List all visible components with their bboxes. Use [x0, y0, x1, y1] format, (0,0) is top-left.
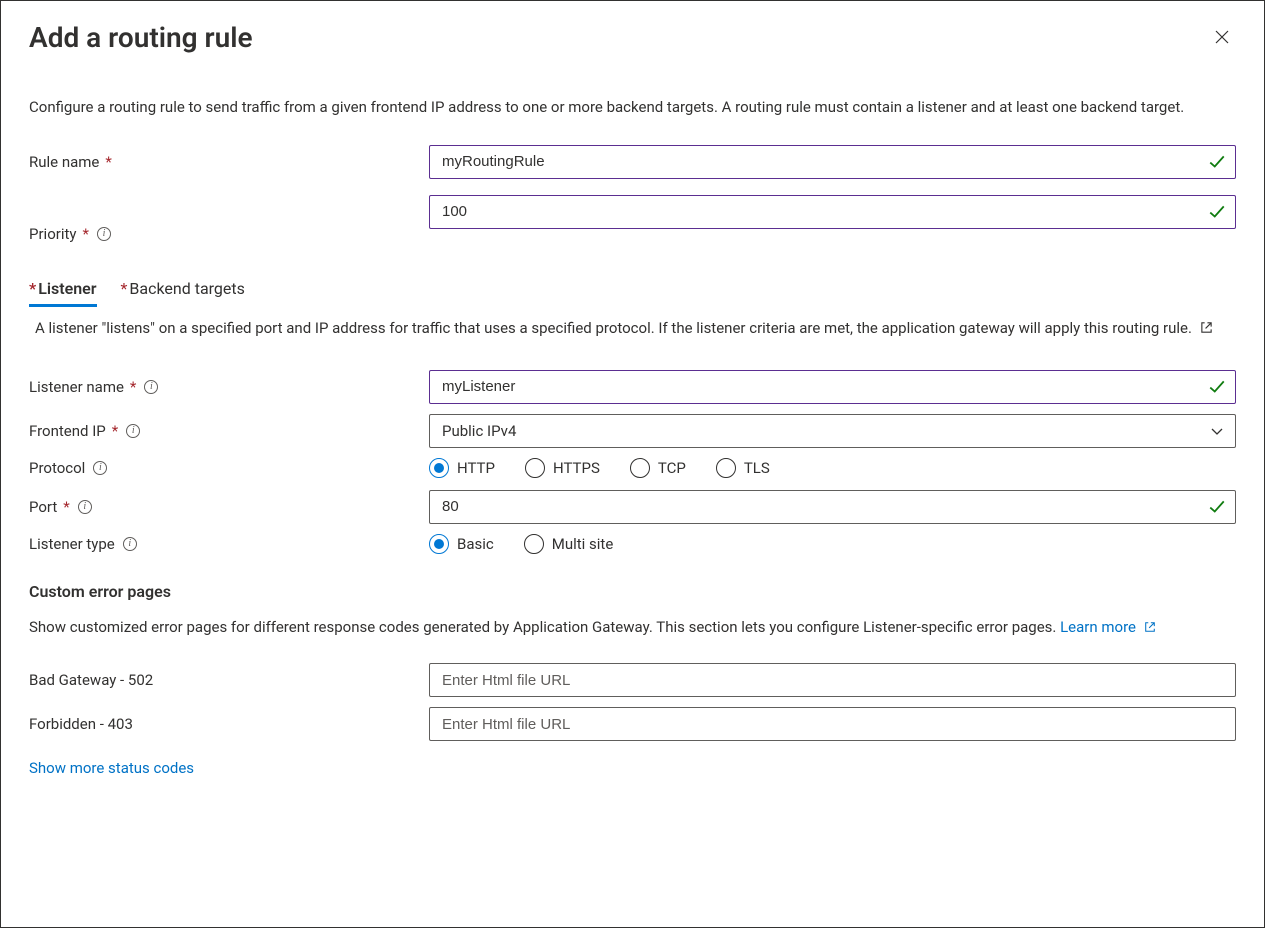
external-link-icon[interactable]	[1200, 321, 1213, 334]
priority-label: Priority* i	[29, 195, 429, 243]
learn-more-link[interactable]: Learn more	[1060, 618, 1156, 636]
info-icon[interactable]: i	[78, 500, 92, 514]
port-label: Port* i	[29, 498, 429, 516]
port-input[interactable]	[429, 490, 1236, 524]
close-button[interactable]	[1208, 23, 1236, 51]
listener-name-input[interactable]	[429, 370, 1236, 404]
external-link-icon	[1144, 621, 1156, 633]
protocol-label: Protocol i	[29, 459, 429, 477]
close-icon	[1214, 29, 1230, 45]
frontend-ip-select[interactable]: Public IPv4	[429, 414, 1236, 448]
protocol-http-radio[interactable]: HTTP	[429, 458, 495, 478]
tab-listener[interactable]: *Listener	[29, 273, 97, 307]
info-icon[interactable]: i	[123, 537, 137, 551]
protocol-tls-radio[interactable]: TLS	[716, 458, 770, 478]
bad-gateway-label: Bad Gateway - 502	[29, 671, 429, 689]
listener-type-label: Listener type i	[29, 535, 429, 553]
listener-type-multisite-radio[interactable]: Multi site	[524, 534, 614, 554]
rule-name-label: Rule name*	[29, 153, 429, 171]
listener-type-basic-radio[interactable]: Basic	[429, 534, 494, 554]
protocol-radios: HTTP HTTPS TCP TLS	[429, 458, 1236, 478]
priority-input[interactable]	[429, 195, 1236, 229]
protocol-tcp-radio[interactable]: TCP	[630, 458, 686, 478]
panel-title: Add a routing rule	[29, 21, 253, 54]
frontend-ip-label: Frontend IP* i	[29, 422, 429, 440]
info-icon[interactable]: i	[144, 380, 158, 394]
custom-error-pages-desc: Show customized error pages for differen…	[29, 616, 1219, 639]
intro-text: Configure a routing rule to send traffic…	[29, 96, 1209, 119]
listener-description: A listener "listens" on a specified port…	[35, 317, 1225, 340]
routing-rule-panel: Add a routing rule Configure a routing r…	[0, 0, 1265, 928]
tab-backend-targets[interactable]: *Backend targets	[121, 273, 245, 307]
rule-name-input[interactable]	[429, 145, 1236, 179]
forbidden-url-input[interactable]	[429, 707, 1236, 741]
tabs: *Listener *Backend targets	[29, 273, 1236, 307]
listener-type-radios: Basic Multi site	[429, 534, 1236, 554]
forbidden-label: Forbidden - 403	[29, 715, 429, 733]
listener-name-label: Listener name* i	[29, 378, 429, 396]
show-more-status-codes-link[interactable]: Show more status codes	[29, 759, 194, 777]
custom-error-pages-title: Custom error pages	[29, 582, 1236, 601]
info-icon[interactable]: i	[93, 461, 107, 475]
info-icon[interactable]: i	[126, 424, 140, 438]
protocol-https-radio[interactable]: HTTPS	[525, 458, 600, 478]
info-icon[interactable]: i	[97, 227, 111, 241]
bad-gateway-url-input[interactable]	[429, 663, 1236, 697]
